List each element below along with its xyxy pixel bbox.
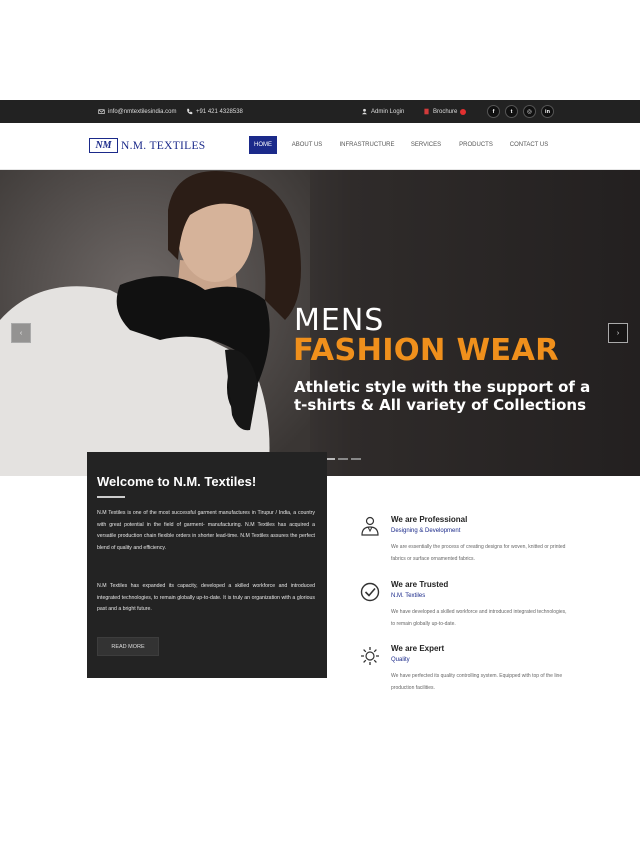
read-more-button[interactable]: READ MORE xyxy=(97,637,159,656)
nav-products[interactable]: PRODUCTS xyxy=(456,136,496,154)
site-header: NM N.M. TEXTILES HOME ABOUT US INFRASTRU… xyxy=(0,123,640,170)
designer-icon xyxy=(361,516,379,536)
logo-mark: NM xyxy=(89,138,118,153)
facebook-icon[interactable]: f xyxy=(487,105,500,118)
feature-title: We are Expert xyxy=(391,644,445,653)
envelope-icon xyxy=(98,109,105,114)
nav-infrastructure[interactable]: INFRASTRUCTURE xyxy=(338,136,396,154)
phone-link[interactable]: +91 421 4328538 xyxy=(186,108,243,115)
phone-text: +91 421 4328538 xyxy=(196,108,243,115)
slider-dot[interactable] xyxy=(351,458,361,460)
welcome-title: Welcome to N.M. Textiles! xyxy=(97,474,257,489)
brochure-label: Brochure xyxy=(433,108,458,115)
feature-title: We are Trusted xyxy=(391,580,449,589)
hero-model-image xyxy=(0,170,310,476)
feature-description: We have developed a skilled workforce an… xyxy=(391,609,567,627)
hero-slider: ‹ › MENS FASHION WEAR Athletic style wit… xyxy=(0,170,640,476)
welcome-paragraph-2: N.M Textiles has expanded its capacity, … xyxy=(97,583,315,612)
email-text: info@nmtextilesindia.com xyxy=(108,108,177,115)
nav-home[interactable]: HOME xyxy=(249,136,277,154)
welcome-panel: Welcome to N.M. Textiles! N.M Textiles i… xyxy=(87,452,327,678)
feature-subtitle: Quality xyxy=(391,657,410,663)
slider-dots xyxy=(325,458,361,460)
hero-title-line2: FASHION WEAR xyxy=(293,333,559,368)
hero-subtitle: Athletic style with the support of a t-s… xyxy=(294,378,591,414)
brochure-link[interactable]: Brochure xyxy=(423,108,467,115)
slider-next-button[interactable]: › xyxy=(608,323,628,343)
email-link[interactable]: info@nmtextilesindia.com xyxy=(98,108,176,115)
check-circle-icon xyxy=(360,582,380,602)
nav-contact-us[interactable]: CONTACT US xyxy=(507,136,551,154)
admin-login-label: Admin Login xyxy=(371,108,405,115)
gear-icon xyxy=(361,647,379,665)
pdf-icon xyxy=(424,108,429,115)
top-bar: info@nmtextilesindia.com +91 421 4328538… xyxy=(0,100,640,123)
title-divider xyxy=(97,496,125,498)
feature-subtitle: N.M. Textiles xyxy=(391,593,426,599)
nav-services[interactable]: SERVICES xyxy=(408,136,444,154)
twitter-icon[interactable]: t xyxy=(505,105,518,118)
brochure-badge-icon xyxy=(460,108,467,115)
welcome-paragraph-1: N.M Textiles is one of the most successf… xyxy=(97,510,315,551)
nav-about-us[interactable]: ABOUT US xyxy=(288,136,326,154)
feature-subtitle: Designing & Development xyxy=(391,528,461,534)
admin-login-link[interactable]: Admin Login xyxy=(361,108,404,115)
logo-text: N.M. TEXTILES xyxy=(121,139,206,152)
slider-dot[interactable] xyxy=(338,458,348,460)
feature-description: We have perfected its quality controllin… xyxy=(391,673,563,691)
user-icon xyxy=(362,108,367,115)
phone-icon xyxy=(187,108,193,115)
feature-title: We are Professional xyxy=(391,515,468,524)
slider-prev-button[interactable]: ‹ xyxy=(11,323,31,343)
instagram-icon[interactable]: ◎ xyxy=(523,105,536,118)
linkedin-icon[interactable]: in xyxy=(541,105,554,118)
feature-description: We are essentially the process of creati… xyxy=(391,544,566,562)
site-logo[interactable]: NM N.M. TEXTILES xyxy=(89,138,206,153)
